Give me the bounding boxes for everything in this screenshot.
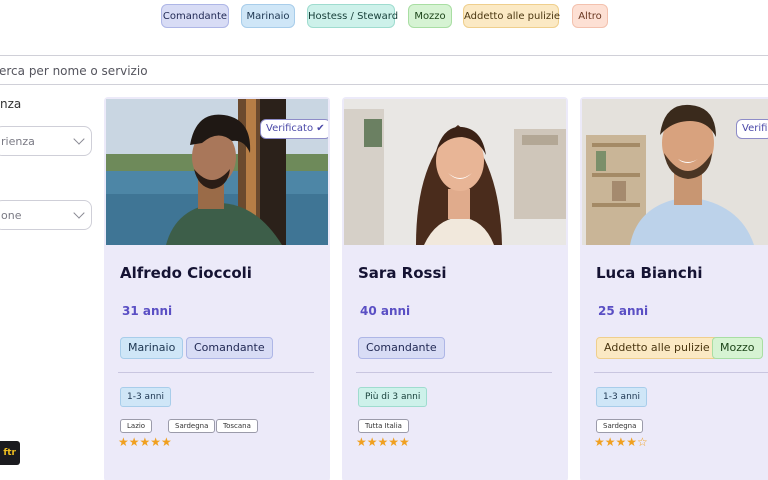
category-chip-hostess-steward[interactable]: Hostess / Steward: [307, 4, 398, 28]
profile-card[interactable]: Verificato ✔ Alfredo Cioccoli 31 anni Ma…: [104, 97, 330, 480]
experience-tag: 1-3 anni: [120, 387, 171, 407]
filter-label-experience: nza: [0, 97, 22, 111]
category-filter-bar: Comandante Marinaio Hostess / Steward Mo…: [0, 4, 768, 28]
role-tag-mozzo: Mozzo: [712, 337, 763, 359]
region-tag-lazio: Lazio: [120, 419, 153, 433]
role-tag-comandante: Comandante: [186, 337, 273, 359]
profile-name: Alfredo Cioccoli: [120, 264, 252, 282]
search-placeholder: erca per nome o servizio: [0, 64, 148, 78]
card-divider: [118, 372, 314, 373]
role-tag-addetto-pulizie: Addetto alle pulizie: [596, 337, 718, 359]
card-divider: [356, 372, 552, 373]
profile-name: Sara Rossi: [358, 264, 447, 282]
role-tag-marinaio: Marinaio: [120, 337, 184, 359]
profile-card[interactable]: Verifi Luca Bianchi 25 anni Addetto alle…: [580, 97, 768, 480]
role-tag-comandante: Comandante: [358, 337, 445, 359]
rating-stars: ★★★★★: [118, 435, 172, 449]
profile-age: 31 anni: [122, 304, 173, 318]
profile-age: 25 anni: [598, 304, 649, 318]
region-tag-sardegna: Sardegna: [596, 419, 644, 433]
region-select[interactable]: one: [0, 200, 92, 230]
experience-tag: Più di 3 anni: [358, 387, 428, 407]
category-chip-mozzo[interactable]: Mozzo: [408, 4, 452, 28]
profile-age: 40 anni: [360, 304, 411, 318]
profile-photo: Verificato ✔: [106, 99, 328, 245]
verified-badge: Verifi: [736, 119, 768, 139]
category-chip-marinaio[interactable]: Marinaio: [241, 4, 295, 28]
verified-badge: Verificato ✔: [260, 119, 328, 139]
experience-select[interactable]: rienza: [0, 126, 92, 156]
category-chip-comandante[interactable]: Comandante: [161, 4, 229, 28]
card-divider: [594, 372, 768, 373]
chevron-down-icon: [73, 207, 85, 219]
category-chip-addetto-pulizie[interactable]: Addetto alle pulizie: [463, 4, 560, 28]
profile-photo: Verifi: [582, 99, 768, 245]
category-chip-altro[interactable]: Altro: [572, 4, 608, 28]
floating-action-button[interactable]: ftr: [0, 441, 20, 465]
profile-photo: [344, 99, 566, 245]
region-tag-toscana: Toscana: [216, 419, 258, 433]
chevron-down-icon: [73, 133, 85, 145]
profile-name: Luca Bianchi: [596, 264, 703, 282]
region-select-value: one: [1, 209, 22, 222]
region-tag-sardegna: Sardegna: [168, 419, 216, 433]
experience-select-value: rienza: [1, 135, 35, 148]
experience-tag: 1-3 anni: [596, 387, 647, 407]
region-tag-tutta-italia: Tutta Italia: [358, 419, 409, 433]
rating-stars: ★★★★☆: [594, 435, 648, 449]
profile-photo-sara: [344, 99, 566, 245]
search-input[interactable]: erca per nome o servizio: [0, 55, 768, 85]
profile-card[interactable]: Sara Rossi 40 anni Comandante Più di 3 a…: [342, 97, 568, 480]
rating-stars: ★★★★★: [356, 435, 410, 449]
